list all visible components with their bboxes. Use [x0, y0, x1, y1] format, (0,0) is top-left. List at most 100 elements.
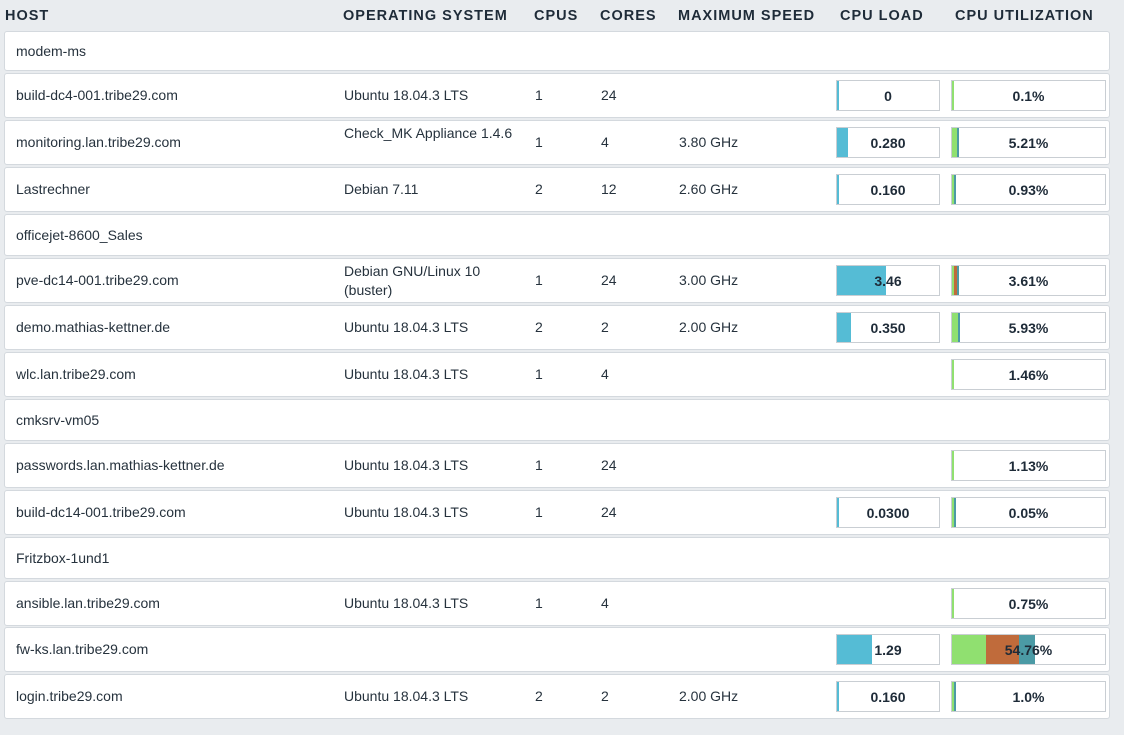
cpu-load-bar: 1.29: [836, 634, 940, 665]
cpu-utilization-bar: 5.21%: [951, 127, 1106, 158]
table-row[interactable]: login.tribe29.com Ubuntu 18.04.3 LTS 2 2 2.0…: [4, 674, 1110, 719]
max-speed: 2.60 GHz: [679, 181, 739, 197]
cpu-utilization-bar: 3.61%: [951, 265, 1106, 296]
column-header-cpu-load[interactable]: CPU LOAD: [840, 8, 924, 24]
cpu-load-bar: 0.350: [836, 312, 940, 343]
table-row-host-only[interactable]: modem-ms: [4, 31, 1110, 71]
cpu-load-bar: 0.160: [836, 681, 940, 712]
cpu-utilization-value: 0.93%: [1008, 182, 1049, 198]
cpu-load-value: 0.350: [870, 320, 906, 336]
table-row-host-only[interactable]: officejet-8600_Sales: [4, 214, 1110, 256]
cpu-utilization-bar: 0.93%: [951, 174, 1106, 205]
operating-system: Check_MK Appliance 1.4.6: [344, 124, 513, 141]
cpu-load-value: 3.46: [874, 273, 902, 289]
operating-system: Ubuntu 18.04.3 LTS: [344, 688, 469, 704]
max-speed: 2.00 GHz: [679, 319, 739, 335]
cpu-count: 2: [535, 688, 543, 704]
operating-system: Ubuntu 18.04.3 LTS: [344, 87, 469, 103]
core-count: 24: [601, 504, 617, 520]
cpu-utilization-bar: 0.05%: [951, 497, 1106, 528]
cpu-count: 1: [535, 457, 543, 473]
cpu-count: 1: [535, 272, 543, 288]
cpu-load-bar: 0.0300: [836, 497, 940, 528]
max-speed: 2.00 GHz: [679, 688, 739, 704]
core-count: 2: [601, 688, 609, 704]
host-name[interactable]: build-dc4-001.tribe29.com: [16, 86, 178, 105]
max-speed: 3.80 GHz: [679, 134, 739, 150]
host-name[interactable]: build-dc14-001.tribe29.com: [16, 503, 186, 522]
column-header-cpu-utilization[interactable]: CPU UTILIZATION: [955, 8, 1094, 24]
cpu-load-bar: 0: [836, 80, 940, 111]
operating-system: Ubuntu 18.04.3 LTS: [344, 366, 469, 382]
cpu-utilization-value: 1.0%: [1012, 689, 1045, 705]
cpu-count: 1: [535, 504, 543, 520]
table-row[interactable]: pve-dc14-001.tribe29.com Debian GNU/Linux…: [4, 258, 1110, 303]
host-name[interactable]: ansible.lan.tribe29.com: [16, 594, 160, 613]
column-header-max-speed[interactable]: MAXIMUM SPEED: [678, 8, 815, 24]
column-header-os[interactable]: OPERATING SYSTEM: [343, 8, 508, 24]
cpu-utilization-value: 1.46%: [1008, 367, 1049, 383]
table-row[interactable]: monitoring.lan.tribe29.com Check_MK Appli…: [4, 120, 1110, 165]
table-row[interactable]: ansible.lan.tribe29.com Ubuntu 18.04.3 LT…: [4, 581, 1110, 626]
column-header-cores[interactable]: CORES: [600, 8, 657, 24]
cpu-utilization-value: 1.13%: [1008, 458, 1049, 474]
cpu-utilization-bar: 1.0%: [951, 681, 1106, 712]
operating-system: Debian GNU/Linux 10 (buster): [344, 262, 481, 298]
host-name[interactable]: fw-ks.lan.tribe29.com: [16, 640, 148, 659]
max-speed: 3.00 GHz: [679, 272, 739, 288]
table-row-host-only[interactable]: Fritzbox-1und1: [4, 537, 1110, 579]
cpu-utilization-bar: 1.13%: [951, 450, 1106, 481]
host-name[interactable]: monitoring.lan.tribe29.com: [16, 133, 181, 152]
table-row[interactable]: passwords.lan.mathias-kettner.de Ubuntu 1…: [4, 443, 1110, 488]
host-name[interactable]: demo.mathias-kettner.de: [16, 318, 170, 337]
table-row[interactable]: demo.mathias-kettner.de Ubuntu 18.04.3 LT…: [4, 305, 1110, 350]
host-name[interactable]: pve-dc14-001.tribe29.com: [16, 271, 179, 290]
host-name[interactable]: modem-ms: [16, 42, 86, 61]
table-header: HOST OPERATING SYSTEM CPUS CORES MAXIMUM…: [0, 0, 1124, 31]
table-row[interactable]: Lastrechner Debian 7.11 2 12 2.60 GHz 0.160 0.…: [4, 167, 1110, 212]
cpu-load-value: 0: [884, 88, 892, 104]
cpu-utilization-bar: 0.1%: [951, 80, 1106, 111]
cpu-utilization-value: 5.93%: [1008, 320, 1049, 336]
cpu-utilization-value: 0.1%: [1012, 88, 1045, 104]
host-name[interactable]: login.tribe29.com: [16, 687, 123, 706]
operating-system: Ubuntu 18.04.3 LTS: [344, 595, 469, 611]
cpu-load-value: 0.0300: [866, 505, 910, 521]
core-count: 12: [601, 181, 617, 197]
table-row[interactable]: wlc.lan.tribe29.com Ubuntu 18.04.3 LTS 1 4 1…: [4, 352, 1110, 397]
cpu-load-bar: 0.280: [836, 127, 940, 158]
cpu-count: 1: [535, 366, 543, 382]
core-count: 2: [601, 319, 609, 335]
column-header-cpus[interactable]: CPUS: [534, 8, 578, 24]
operating-system: Ubuntu 18.04.3 LTS: [344, 319, 469, 335]
table-row-host-only[interactable]: cmksrv-vm05: [4, 399, 1110, 441]
cpu-count: 2: [535, 319, 543, 335]
core-count: 24: [601, 87, 617, 103]
operating-system: Ubuntu 18.04.3 LTS: [344, 457, 469, 473]
cpu-utilization-bar: 54.76%: [951, 634, 1106, 665]
host-name[interactable]: passwords.lan.mathias-kettner.de: [16, 456, 225, 475]
core-count: 4: [601, 134, 609, 150]
host-name[interactable]: wlc.lan.tribe29.com: [16, 365, 136, 384]
core-count: 24: [601, 457, 617, 473]
table-row[interactable]: fw-ks.lan.tribe29.com 1.29 54.76%: [4, 627, 1110, 672]
operating-system: Debian 7.11: [344, 181, 419, 197]
core-count: 24: [601, 272, 617, 288]
cpu-utilization-value: 54.76%: [1004, 642, 1053, 658]
host-name[interactable]: officejet-8600_Sales: [16, 226, 143, 245]
cpu-utilization-bar: 1.46%: [951, 359, 1106, 390]
column-header-host[interactable]: HOST: [5, 8, 49, 24]
cpu-load-value: 0.160: [870, 182, 906, 198]
cpu-utilization-value: 0.75%: [1008, 596, 1049, 612]
table-row[interactable]: build-dc14-001.tribe29.com Ubuntu 18.04.3…: [4, 490, 1110, 535]
cpu-utilization-bar: 5.93%: [951, 312, 1106, 343]
cpu-count: 1: [535, 595, 543, 611]
host-name[interactable]: cmksrv-vm05: [16, 411, 99, 430]
host-name[interactable]: Fritzbox-1und1: [16, 549, 109, 568]
cpu-load-value: 0.280: [870, 135, 906, 151]
cpu-utilization-value: 5.21%: [1008, 135, 1049, 151]
cpu-utilization-value: 3.61%: [1008, 273, 1049, 289]
host-name[interactable]: Lastrechner: [16, 180, 90, 199]
table-row[interactable]: build-dc4-001.tribe29.com Ubuntu 18.04.3 …: [4, 73, 1110, 118]
cpu-count: 2: [535, 181, 543, 197]
